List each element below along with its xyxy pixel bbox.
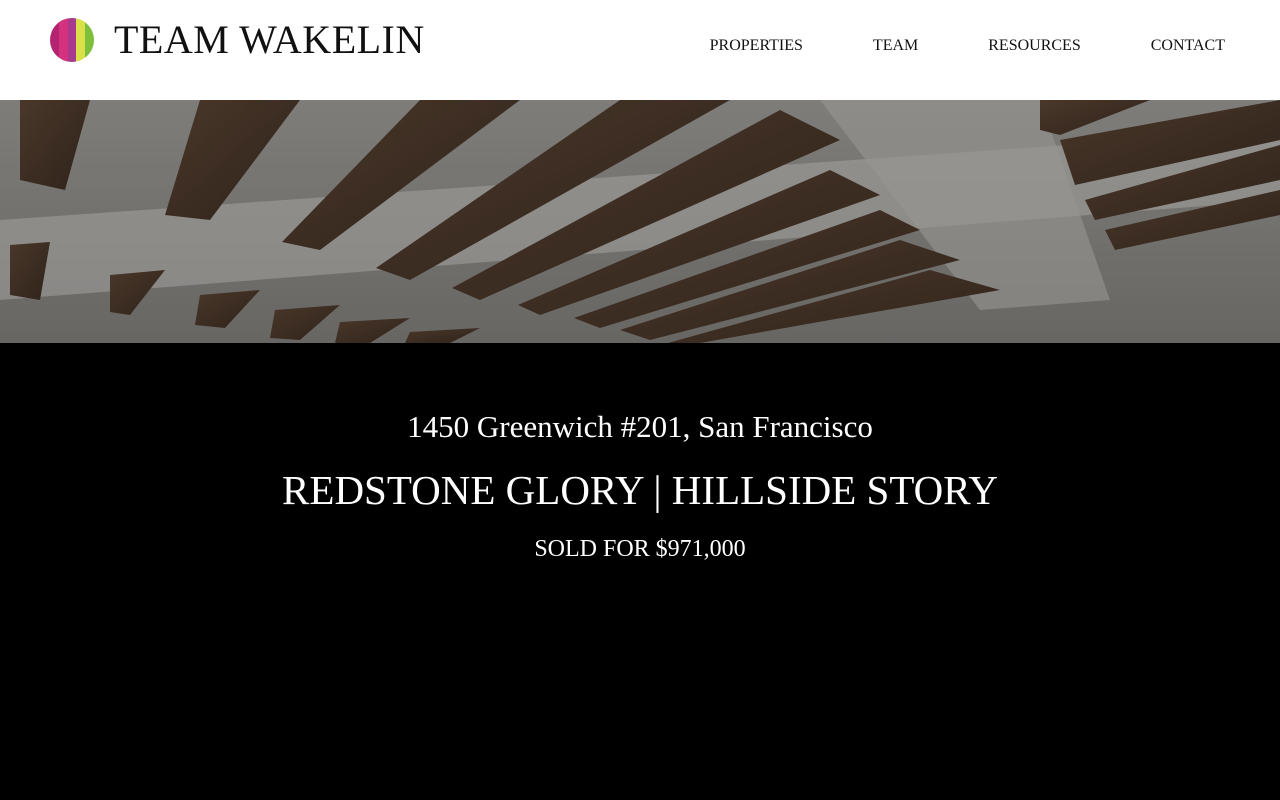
brand-name: TEAM WAKELIN xyxy=(114,17,425,62)
listing-sold-price: SOLD FOR $971,000 xyxy=(534,536,746,562)
listing-address: 1450 Greenwich #201, San Francisco xyxy=(407,409,873,444)
listing-headline: REDSTONE GLORY | HILLSIDE STORY xyxy=(282,467,998,513)
nav-item-contact[interactable]: CONTACT xyxy=(1151,36,1225,56)
ceiling-beams-image xyxy=(0,100,1280,343)
listing-details: 1450 Greenwich #201, San Francisco REDST… xyxy=(0,343,1280,800)
hero-image xyxy=(0,100,1280,343)
brand-logo-link[interactable]: TEAM WAKELIN xyxy=(50,18,425,62)
site-header: TEAM WAKELIN PROPERTIES TEAM RESOURCES C… xyxy=(0,0,1280,100)
main-nav: PROPERTIES TEAM RESOURCES CONTACT xyxy=(640,36,1225,56)
brand-logo-icon xyxy=(50,18,94,62)
nav-item-properties[interactable]: PROPERTIES xyxy=(710,36,803,56)
nav-item-resources[interactable]: RESOURCES xyxy=(988,36,1080,56)
nav-item-team[interactable]: TEAM xyxy=(873,36,918,56)
